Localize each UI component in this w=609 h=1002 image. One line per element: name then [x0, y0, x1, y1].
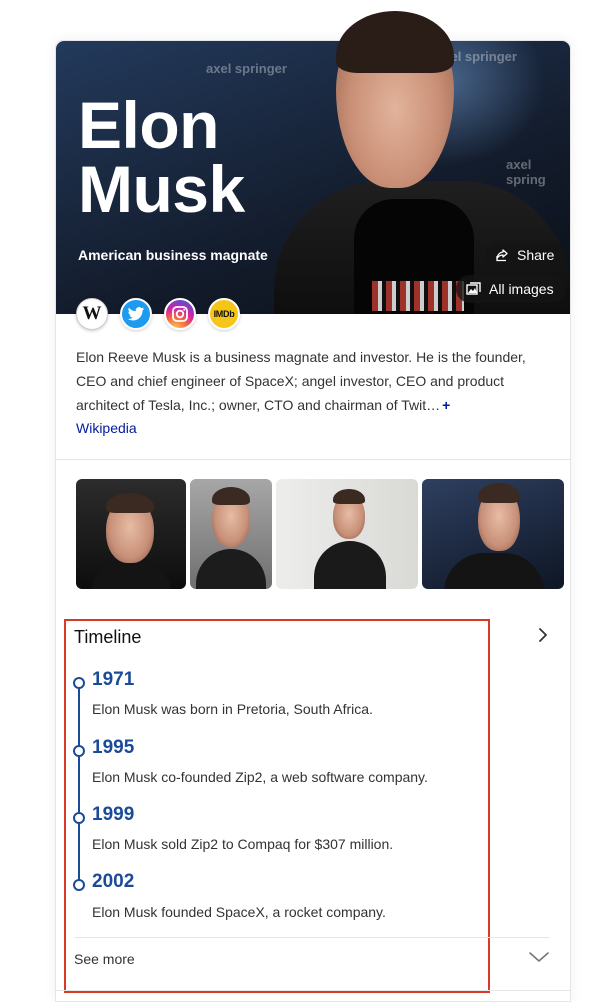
share-icon	[495, 248, 509, 262]
carousel-image[interactable]	[76, 479, 186, 589]
see-more-link[interactable]: See more	[74, 951, 135, 967]
timeline-year: 1971	[92, 669, 135, 690]
timeline-event-text: Elon Musk was born in Pretoria, South Af…	[92, 701, 373, 717]
timeline-year: 1999	[92, 804, 135, 825]
timeline-year: 2002	[92, 871, 135, 892]
divider	[55, 990, 571, 991]
divider	[74, 937, 550, 938]
entity-subtitle: American business magnate	[78, 247, 268, 263]
all-images-label: All images	[489, 281, 554, 297]
all-images-button[interactable]: All images	[456, 275, 566, 303]
timeline-dot	[73, 677, 85, 689]
timeline-dot	[73, 879, 85, 891]
timeline-event-text: Elon Musk co-founded Zip2, a web softwar…	[92, 769, 428, 785]
carousel-image[interactable]	[190, 479, 272, 589]
timeline-dot	[73, 745, 85, 757]
wikipedia-glyph: W	[82, 303, 102, 324]
entity-title: Elon Musk	[78, 88, 245, 226]
entity-title-line: Elon	[78, 88, 219, 162]
timeline-event-text: Elon Musk founded SpaceX, a rocket compa…	[92, 904, 386, 920]
carousel-image[interactable]	[276, 479, 418, 589]
instagram-icon[interactable]	[164, 298, 196, 330]
carousel-image[interactable]	[422, 479, 564, 589]
hero-banner: axel springer axel springer axel spring …	[56, 11, 570, 314]
imdb-icon[interactable]: IMDb	[208, 298, 240, 330]
entity-title-line: Musk	[78, 152, 245, 226]
divider	[56, 459, 570, 460]
timeline-line	[78, 683, 80, 885]
chevron-down-icon[interactable]	[528, 950, 550, 969]
share-label: Share	[517, 247, 555, 263]
timeline-year: 1995	[92, 737, 135, 758]
hero-watermark: axel spring	[506, 157, 546, 187]
imdb-glyph: IMDb	[213, 309, 235, 319]
twitter-icon[interactable]	[120, 298, 152, 330]
expand-description-button[interactable]: +	[442, 397, 450, 413]
social-links: W IMDb	[76, 298, 240, 330]
images-icon	[466, 282, 481, 296]
share-button[interactable]: Share	[485, 241, 567, 269]
image-carousel	[76, 479, 564, 589]
hero-watermark: axel springer	[206, 61, 287, 76]
entity-description: Elon Reeve Musk is a business magnate an…	[76, 345, 546, 417]
timeline-section: Timeline 1971 Elon Musk was born in Pret…	[64, 619, 550, 993]
timeline-event-text: Elon Musk sold Zip2 to Compaq for $307 m…	[92, 836, 394, 852]
source-link[interactable]: Wikipedia	[76, 420, 137, 436]
wikipedia-icon[interactable]: W	[76, 298, 108, 330]
timeline-dot	[73, 812, 85, 824]
timeline-title[interactable]: Timeline	[74, 627, 141, 648]
chevron-right-icon[interactable]	[536, 626, 550, 649]
portrait-hair	[336, 11, 454, 73]
description-text: Elon Reeve Musk is a business magnate an…	[76, 349, 526, 413]
